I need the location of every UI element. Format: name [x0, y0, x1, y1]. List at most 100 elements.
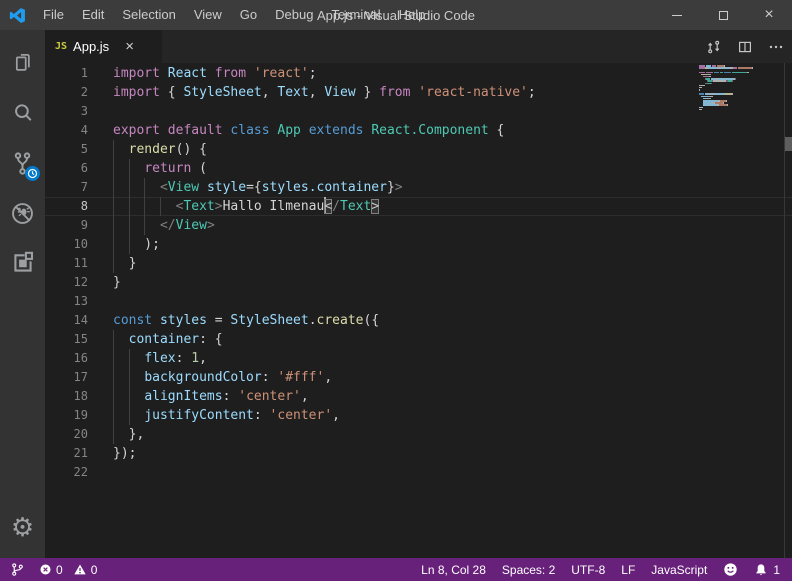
code-line[interactable]: 12}	[45, 273, 792, 292]
code-line[interactable]: 7 <View style={styles.container}>	[45, 178, 792, 197]
indent-guide	[129, 406, 130, 425]
code-line[interactable]: 3	[45, 102, 792, 121]
code-line[interactable]: 19 justifyContent: 'center',	[45, 406, 792, 425]
search-icon	[10, 100, 36, 126]
code-token: }	[387, 180, 395, 195]
maximize-button[interactable]	[700, 0, 746, 30]
code-line[interactable]: 14const styles = StyleSheet.create({	[45, 311, 792, 330]
line-number: 11	[45, 254, 88, 273]
more-actions-icon[interactable]	[768, 39, 784, 55]
code-line[interactable]: 13	[45, 292, 792, 311]
menu-go[interactable]: Go	[231, 0, 266, 30]
code-token: flex	[144, 351, 175, 366]
code-token: :	[223, 389, 239, 404]
code-line[interactable]: 8 <Text>Hallo Ilmenau</Text>	[45, 197, 792, 216]
code-token	[160, 123, 168, 138]
indent-guide	[113, 387, 114, 406]
code-line[interactable]: 17 backgroundColor: '#fff',	[45, 368, 792, 387]
sidebar-item-search[interactable]	[0, 88, 45, 138]
tab-label: App.js	[73, 39, 109, 54]
code-token: 'center'	[238, 389, 301, 404]
menu-file[interactable]: File	[34, 0, 73, 30]
encoding[interactable]: UTF-8	[571, 563, 605, 577]
code-token: const	[113, 313, 152, 328]
code-token: () {	[176, 142, 207, 157]
code-token: export	[113, 123, 160, 138]
cursor-position[interactable]: Ln 8, Col 28	[421, 563, 486, 577]
indent-guide	[113, 330, 114, 349]
code-token: ,	[301, 389, 309, 404]
tab-close-icon[interactable]: ×	[125, 39, 134, 54]
tab-appjs[interactable]: JS App.js ×	[45, 30, 162, 63]
indent-guide	[113, 425, 114, 444]
sidebar-item-explorer[interactable]	[0, 38, 45, 88]
menu-terminal[interactable]: Terminal	[322, 0, 389, 30]
code-token: from	[215, 66, 246, 81]
code-token: import	[113, 66, 160, 81]
split-editor-icon[interactable]	[737, 39, 753, 55]
code-line[interactable]: 10 );	[45, 235, 792, 254]
code-line[interactable]: 9 </View>	[45, 216, 792, 235]
sidebar-item-settings[interactable]: ⚙	[0, 506, 45, 550]
sidebar-item-source-control[interactable]	[0, 138, 45, 188]
line-number: 5	[45, 140, 88, 159]
error-count: 0	[56, 563, 63, 577]
code-token: }	[113, 256, 136, 271]
code-token: React	[168, 66, 207, 81]
menu-help[interactable]: Help	[390, 0, 435, 30]
code-token: {	[489, 123, 505, 138]
tab-bar: JS App.js ×	[45, 30, 792, 63]
close-button[interactable]: ×	[746, 0, 792, 30]
problems-button[interactable]: 0 0	[39, 563, 97, 577]
code-token: {	[160, 85, 183, 100]
code-line[interactable]: 1import React from 'react';	[45, 64, 792, 83]
code-token: styles.container	[262, 180, 387, 195]
code-line[interactable]: 16 flex: 1,	[45, 349, 792, 368]
code-token: :	[262, 370, 278, 385]
open-changes-icon[interactable]	[706, 39, 722, 55]
code-line[interactable]: 2import { StyleSheet, Text, View } from …	[45, 83, 792, 102]
code-token	[113, 142, 129, 157]
git-branch-button[interactable]	[10, 562, 25, 577]
minimap-line	[699, 111, 779, 113]
sidebar-item-debug[interactable]	[0, 188, 45, 238]
overview-ruler-marker	[785, 137, 792, 151]
line-number: 20	[45, 425, 88, 444]
code-token: ,	[324, 370, 332, 385]
code-line[interactable]: 6 return (	[45, 159, 792, 178]
line-number: 21	[45, 444, 88, 463]
code-token: alignItems	[144, 389, 222, 404]
code-lines: 1import React from 'react';2import { Sty…	[45, 64, 792, 482]
notifications-button[interactable]: 1	[754, 563, 780, 577]
code-line[interactable]: 22	[45, 463, 792, 482]
code-line[interactable]: 4export default class App extends React.…	[45, 121, 792, 140]
code-token: Text	[183, 199, 214, 214]
minimap[interactable]	[699, 65, 779, 113]
code-token: App	[277, 123, 300, 138]
menu-debug[interactable]: Debug	[266, 0, 322, 30]
language-mode[interactable]: JavaScript	[651, 563, 707, 577]
code-line[interactable]: 20 },	[45, 425, 792, 444]
code-line[interactable]: 5 render() {	[45, 140, 792, 159]
code-token: ;	[309, 66, 317, 81]
sidebar-item-extensions[interactable]	[0, 238, 45, 288]
code-line[interactable]: 18 alignItems: 'center',	[45, 387, 792, 406]
title-bar: File Edit Selection View Go Debug Termin…	[0, 0, 792, 30]
menu-selection[interactable]: Selection	[113, 0, 184, 30]
code-token: });	[113, 446, 136, 461]
code-token: ;	[528, 85, 536, 100]
eol-sequence[interactable]: LF	[621, 563, 635, 577]
indentation[interactable]: Spaces: 2	[502, 563, 555, 577]
code-token: extends	[309, 123, 364, 138]
code-line[interactable]: 15 container: {	[45, 330, 792, 349]
code-line[interactable]: 11 }	[45, 254, 792, 273]
menu-edit[interactable]: Edit	[73, 0, 113, 30]
editor[interactable]: 1import React from 'react';2import { Sty…	[45, 63, 792, 558]
menu-view[interactable]: View	[185, 0, 231, 30]
feedback-button[interactable]	[723, 562, 738, 577]
minimize-button[interactable]	[654, 0, 700, 30]
indent-guide	[113, 140, 114, 159]
indent-guide	[129, 178, 130, 197]
vscode-window: File Edit Selection View Go Debug Termin…	[0, 0, 792, 581]
code-line[interactable]: 21});	[45, 444, 792, 463]
